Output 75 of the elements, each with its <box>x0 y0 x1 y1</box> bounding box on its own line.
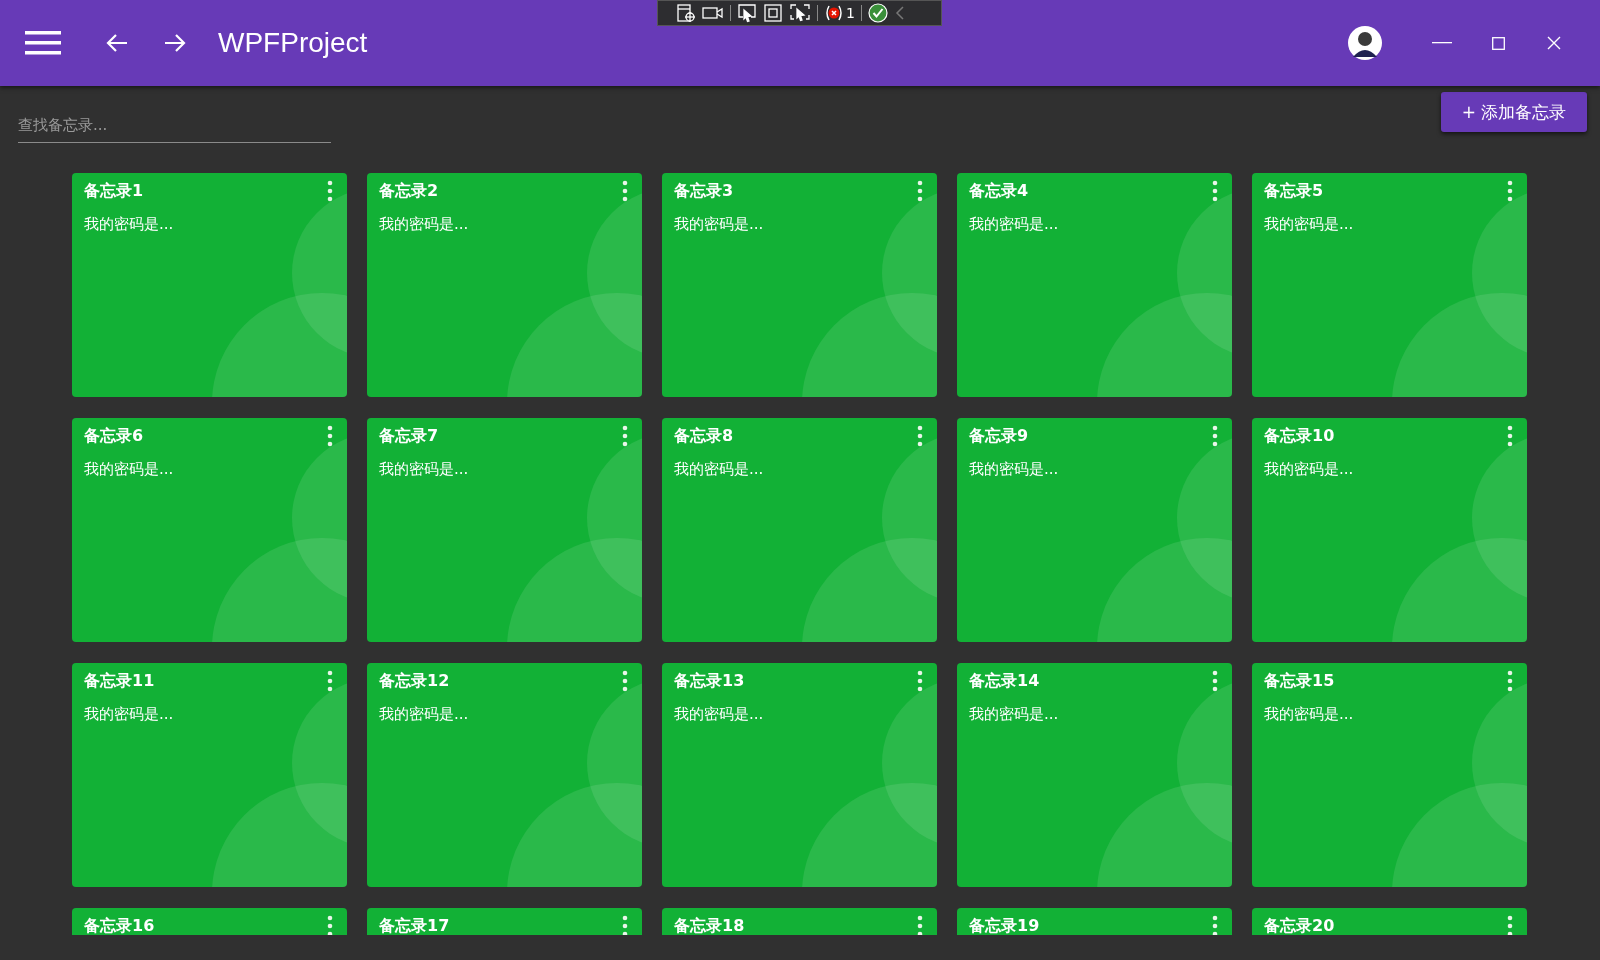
note-card[interactable]: 备忘录4 我的密码是... <box>957 173 1232 397</box>
select-region-icon[interactable] <box>789 3 811 23</box>
note-card[interactable]: 备忘录8 我的密码是... <box>662 418 937 642</box>
note-title: 备忘录13 <box>674 670 745 692</box>
note-preview: 我的密码是... <box>674 215 765 234</box>
note-preview: 我的密码是... <box>84 215 175 234</box>
note-card[interactable]: 备忘录2 我的密码是... <box>367 173 642 397</box>
note-card[interactable]: 备忘录14 我的密码是... <box>957 663 1232 887</box>
note-preview: 我的密码是... <box>84 460 175 479</box>
arrow-left-icon <box>106 33 128 53</box>
note-title: 备忘录1 <box>84 180 144 202</box>
frame-icon[interactable] <box>763 3 783 23</box>
note-title: 备忘录14 <box>969 670 1040 692</box>
live-tree-icon[interactable] <box>676 3 696 23</box>
select-element-icon[interactable] <box>737 3 757 23</box>
note-preview: 我的密码是... <box>1264 215 1355 234</box>
window-title: WPFProject <box>218 27 368 59</box>
note-title: 备忘录3 <box>674 180 734 202</box>
note-preview: 我的密码是... <box>674 460 765 479</box>
note-card[interactable]: 备忘录20 <box>1252 908 1527 935</box>
note-title: 备忘录17 <box>379 915 450 935</box>
note-preview: 我的密码是... <box>379 215 470 234</box>
note-card[interactable]: 备忘录19 <box>957 908 1232 935</box>
note-title: 备忘录5 <box>1264 180 1324 202</box>
error-count: 1 <box>846 5 855 21</box>
note-card[interactable]: 备忘录10 我的密码是... <box>1252 418 1527 642</box>
note-preview: 我的密码是... <box>969 705 1060 724</box>
note-card[interactable]: 备忘录13 我的密码是... <box>662 663 937 887</box>
add-note-button[interactable]: + 添加备忘录 <box>1441 92 1587 132</box>
note-card[interactable]: 备忘录18 <box>662 908 937 935</box>
note-card[interactable]: 备忘录9 我的密码是... <box>957 418 1232 642</box>
note-title: 备忘录8 <box>674 425 734 447</box>
note-card[interactable]: 备忘录12 我的密码是... <box>367 663 642 887</box>
check-circle-icon[interactable] <box>867 3 888 23</box>
note-title: 备忘录15 <box>1264 670 1335 692</box>
chevron-left-icon[interactable] <box>893 5 906 21</box>
note-title: 备忘录20 <box>1264 915 1335 935</box>
note-title: 备忘录11 <box>84 670 155 692</box>
menu-icon <box>25 30 61 56</box>
note-title: 备忘录9 <box>969 425 1029 447</box>
note-preview: 我的密码是... <box>379 705 470 724</box>
note-card[interactable]: 备忘录17 <box>367 908 642 935</box>
note-card[interactable]: 备忘录5 我的密码是... <box>1252 173 1527 397</box>
minimize-icon <box>1432 42 1452 44</box>
note-card[interactable]: 备忘录7 我的密码是... <box>367 418 642 642</box>
menu-button[interactable] <box>24 28 62 58</box>
error-badge-icon[interactable] <box>824 3 844 23</box>
note-card[interactable]: 备忘录11 我的密码是... <box>72 663 347 887</box>
note-title: 备忘录10 <box>1264 425 1335 447</box>
note-preview: 我的密码是... <box>379 460 470 479</box>
avatar-icon[interactable] <box>1348 26 1382 60</box>
maximize-icon <box>1491 36 1505 50</box>
note-card[interactable]: 备忘录16 <box>72 908 347 935</box>
note-preview: 我的密码是... <box>969 460 1060 479</box>
note-preview: 我的密码是... <box>1264 705 1355 724</box>
note-preview: 我的密码是... <box>84 705 175 724</box>
video-camera-icon[interactable] <box>702 5 724 21</box>
note-title: 备忘录16 <box>84 915 155 935</box>
note-card[interactable]: 备忘录1 我的密码是... <box>72 173 347 397</box>
close-icon <box>1547 36 1561 50</box>
search-field[interactable]: 查找备忘录... <box>18 108 331 143</box>
note-title: 备忘录2 <box>379 180 439 202</box>
note-title: 备忘录18 <box>674 915 745 935</box>
note-title: 备忘录19 <box>969 915 1040 935</box>
note-title: 备忘录4 <box>969 180 1029 202</box>
note-card[interactable]: 备忘录15 我的密码是... <box>1252 663 1527 887</box>
arrow-right-icon <box>164 33 186 53</box>
note-card[interactable]: 备忘录6 我的密码是... <box>72 418 347 642</box>
note-title: 备忘录12 <box>379 670 450 692</box>
note-title: 备忘录7 <box>379 425 439 447</box>
note-preview: 我的密码是... <box>1264 460 1355 479</box>
note-card[interactable]: 备忘录3 我的密码是... <box>662 173 937 397</box>
note-preview: 我的密码是... <box>969 215 1060 234</box>
note-preview: 我的密码是... <box>674 705 765 724</box>
note-title: 备忘录6 <box>84 425 144 447</box>
